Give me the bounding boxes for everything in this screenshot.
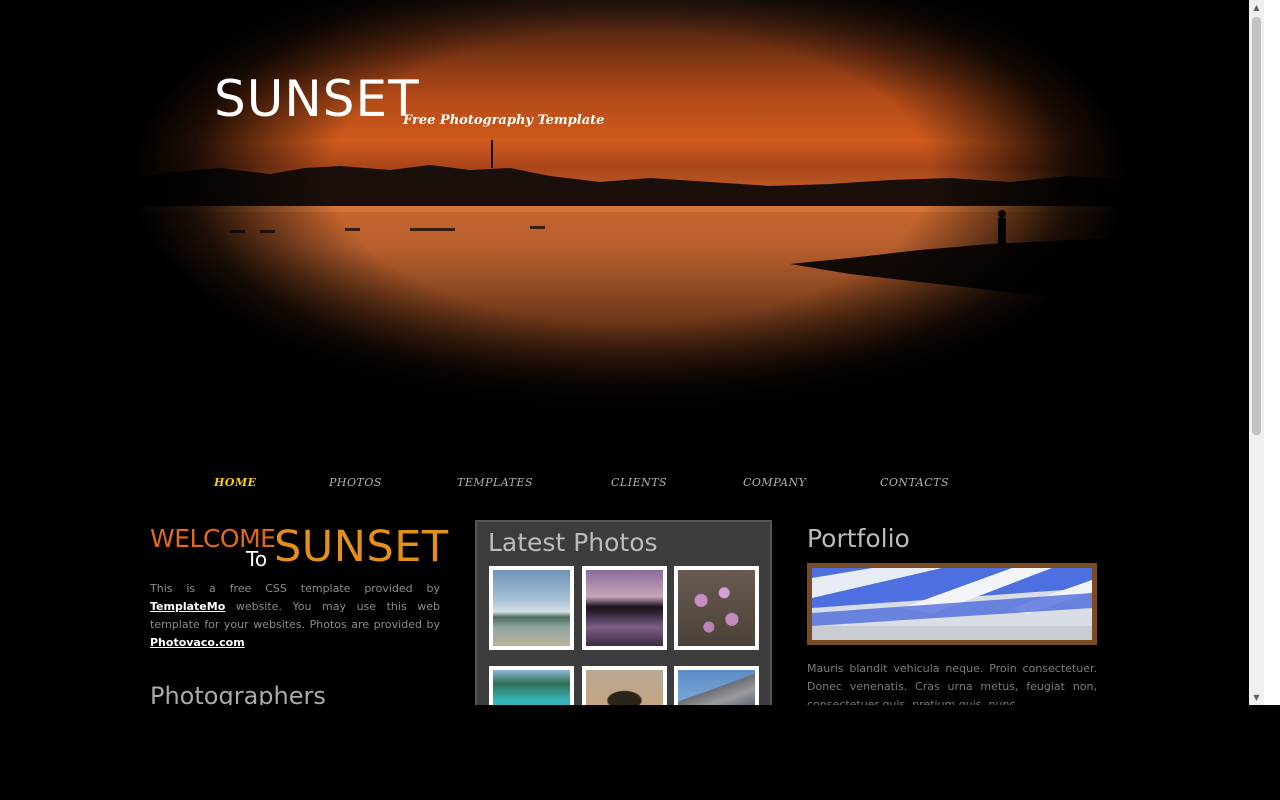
nav-templates[interactable]: TEMPLATES <box>457 476 533 489</box>
photographers-heading: Photographers <box>150 682 326 705</box>
nav-contacts[interactable]: CONTACTS <box>880 476 949 489</box>
portfolio-heading: Portfolio <box>807 524 910 553</box>
welcome-text: This is a free CSS template provided by … <box>150 580 440 652</box>
vertical-scrollbar[interactable]: ▲ ▼ <box>1249 0 1264 705</box>
photo-thumb-dusk-lake[interactable] <box>582 566 667 650</box>
scroll-up-arrow-icon[interactable]: ▲ <box>1249 0 1264 15</box>
portfolio-image[interactable] <box>807 563 1097 645</box>
templatemo-link[interactable]: TemplateMo <box>150 600 225 613</box>
photo-thumb-wildflowers[interactable] <box>674 566 759 650</box>
main-nav: HOME PHOTOS TEMPLATES CLIENTS COMPANY CO… <box>0 476 1249 496</box>
nav-company[interactable]: COMPANY <box>743 476 806 489</box>
wildflowers-photo <box>678 570 755 646</box>
scroll-down-arrow-icon[interactable]: ▼ <box>1249 690 1264 705</box>
site-tagline: Free Photography Template <box>403 113 605 128</box>
nav-photos[interactable]: PHOTOS <box>329 476 382 489</box>
scroll-thumb[interactable] <box>1252 17 1261 435</box>
dusk-lake-photo <box>586 570 663 646</box>
photo-thumb-coast[interactable] <box>489 666 574 705</box>
header-banner: SUNSET Free Photography Template <box>130 0 1130 440</box>
nav-home[interactable]: HOME <box>214 476 257 489</box>
photo-thumb-tree[interactable] <box>582 666 667 705</box>
page-viewport: SUNSET Free Photography Template HOME PH… <box>0 0 1249 705</box>
portfolio-text: Mauris blandit vehicula neque. Proin con… <box>807 662 1097 705</box>
banner-vignette <box>130 0 1130 440</box>
photovaco-link[interactable]: Photovaco.com <box>150 636 245 649</box>
photo-thumb-mountains[interactable] <box>674 666 759 705</box>
to-word: To <box>246 547 268 571</box>
nav-clients[interactable]: CLIENTS <box>611 476 667 489</box>
welcome-section: WELCOME To SUNSET This is a free CSS tem… <box>150 522 448 652</box>
welcome-heading: WELCOME To SUNSET <box>150 522 448 572</box>
tree-photo <box>586 670 663 705</box>
window-gutter <box>1264 0 1280 705</box>
photo-thumb-beach[interactable] <box>489 566 574 650</box>
architecture-photo <box>812 568 1092 640</box>
coast-photo <box>493 670 570 705</box>
sunset-word: SUNSET <box>274 522 449 572</box>
beach-photo <box>493 570 570 646</box>
mountains-photo <box>678 670 755 705</box>
latest-photos-heading: Latest Photos <box>488 528 658 557</box>
site-title: SUNSET <box>214 70 420 128</box>
latest-photos-panel: Latest Photos <box>475 520 772 705</box>
welcome-text-part1: This is a free CSS template provided by <box>150 582 440 595</box>
